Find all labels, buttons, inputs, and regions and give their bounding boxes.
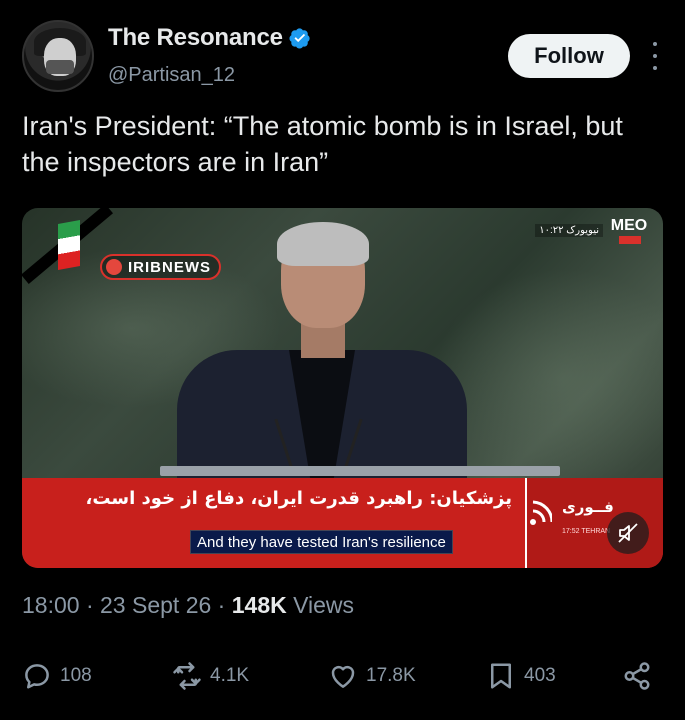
like-button[interactable]: 17.8K <box>328 654 416 698</box>
tweet-header: The Resonance @Partisan_12 Follow <box>22 20 662 100</box>
reply-count: 108 <box>60 665 92 686</box>
repost-icon <box>173 662 201 690</box>
views-count: 148K <box>231 592 287 618</box>
verified-badge-icon <box>289 28 310 49</box>
like-count: 17.8K <box>366 665 416 686</box>
more-options-icon[interactable] <box>648 38 662 74</box>
overlay-timestamp: نیویورک ۱۰:۲۲ <box>535 224 603 237</box>
tweet-meta: 18:00 · 23 Sept 26 · 148K Views <box>22 592 355 618</box>
reply-button[interactable]: 108 <box>22 654 92 698</box>
avatar[interactable] <box>22 20 94 92</box>
breaking-time: 17:52 TEHRAN <box>562 528 611 535</box>
follow-button[interactable]: Follow <box>508 34 630 78</box>
irib-logo-icon <box>106 259 122 275</box>
corner-logo: MEO <box>610 217 648 234</box>
bookmark-button[interactable]: 403 <box>486 654 556 698</box>
views-label: Views <box>286 592 355 618</box>
action-bar: 108 4.1K 17.8K 403 <box>22 654 662 698</box>
author-name-row: The Resonance <box>108 24 311 52</box>
repost-count: 4.1K <box>210 665 250 686</box>
tweet-date[interactable]: 23 Sept 26 <box>100 592 211 618</box>
muted-speaker-icon <box>618 523 638 543</box>
video-player[interactable]: IRIBNEWS نیویورک ۱۰:۲۲ MEO پزشکیان: راهب… <box>22 208 663 568</box>
author-display-name[interactable]: The Resonance <box>108 24 283 52</box>
share-icon <box>624 662 650 690</box>
subtitle-caption: And they have tested Iran's resilience <box>190 530 453 554</box>
tweet-time[interactable]: 18:00 <box>22 592 80 618</box>
speaker-figure <box>177 222 467 502</box>
mute-button[interactable] <box>607 512 649 554</box>
share-button[interactable] <box>622 654 652 698</box>
bookmark-icon <box>491 663 511 689</box>
tweet-text: Iran's President: “The atomic bomb is in… <box>22 111 623 177</box>
repost-button[interactable]: 4.1K <box>172 654 249 698</box>
heart-icon <box>331 665 355 688</box>
podium <box>160 466 560 476</box>
bookmark-count: 403 <box>524 665 556 686</box>
author-handle[interactable]: @Partisan_12 <box>108 64 235 87</box>
iran-flag-icon <box>58 220 80 270</box>
broadcast-icon <box>530 500 552 525</box>
breaking-label: فــوری <box>562 498 614 516</box>
reply-icon <box>25 664 49 689</box>
persian-headline: پزشکیان: راهبرد قدرت ایران، دفاع از خود … <box>85 488 512 509</box>
